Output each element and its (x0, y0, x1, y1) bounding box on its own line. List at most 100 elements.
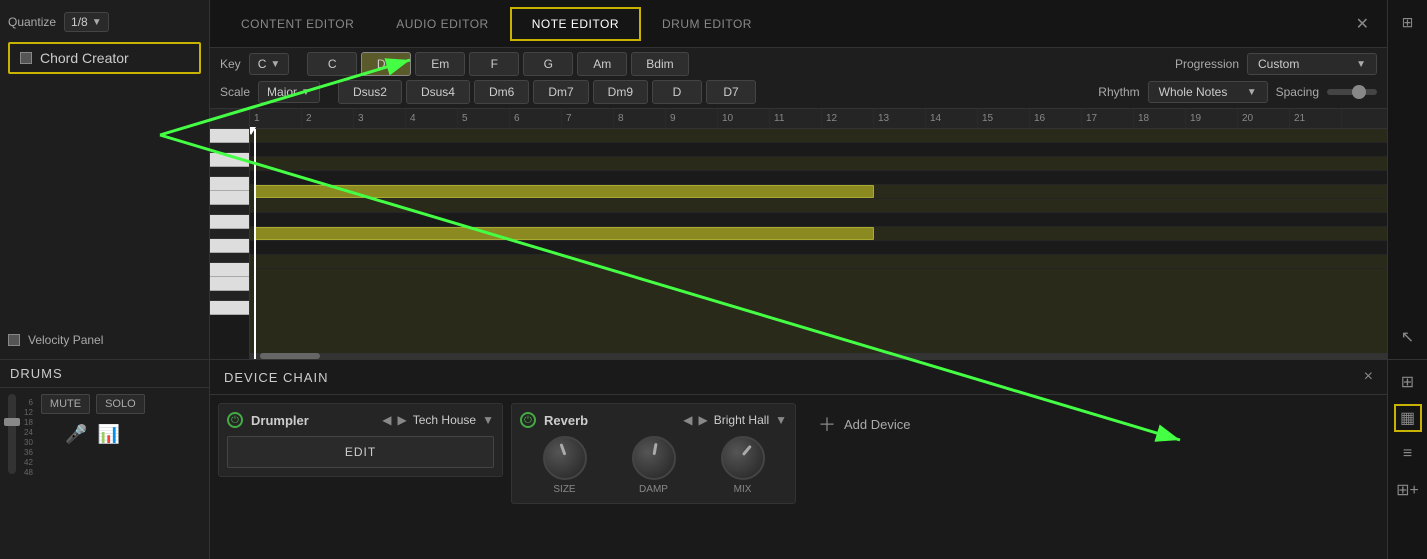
damp-label: DAMP (639, 484, 668, 495)
progression-select[interactable]: Custom ▼ (1247, 53, 1377, 75)
drumpler-edit-button[interactable]: EDIT (227, 436, 494, 468)
chord-btn-Em[interactable]: Em (415, 52, 465, 76)
drumpler-preset-dropdown-icon[interactable]: ▼ (482, 413, 494, 427)
device-chain-title: DEVICE CHAIN (224, 370, 328, 385)
mute-button[interactable]: MUTE (41, 394, 90, 414)
drumpler-preset-prev-icon[interactable]: ◀ (382, 413, 391, 427)
drumpler-preset-nav: ◀ ▶ Tech House ▼ (382, 413, 494, 427)
add-device-button[interactable]: ＋ Add Device (804, 403, 924, 445)
tab-drum-editor[interactable]: DRUM EDITOR (641, 8, 773, 40)
grid-num-21: 21 (1290, 109, 1342, 128)
spacing-slider[interactable] (1327, 89, 1377, 95)
grid-row (250, 227, 1387, 241)
left-panel: Quantize 1/8 ▼ Chord Creator Velocity Pa… (0, 0, 210, 359)
chord-creator-label: Chord Creator (40, 50, 129, 66)
solo-button[interactable]: SOLO (96, 394, 145, 414)
grid-num-9: 9 (666, 109, 718, 128)
grid-num-16: 16 (1030, 109, 1082, 128)
chord-btn-Bdim[interactable]: Bdim (631, 52, 688, 76)
reverb-preset-next-icon[interactable]: ▶ (699, 413, 708, 427)
progression-label: Progression (1175, 57, 1239, 71)
grid-num-6: 6 (510, 109, 562, 128)
size-knob[interactable] (543, 436, 587, 480)
cursor-icon[interactable]: ↖ (1394, 323, 1422, 351)
drumpler-power-button[interactable]: ⏻ (227, 412, 243, 428)
grid-num-14: 14 (926, 109, 978, 128)
reverb-preset-prev-icon[interactable]: ◀ (683, 413, 692, 427)
grid-row (250, 255, 1387, 269)
key-select[interactable]: C ▼ (249, 53, 290, 75)
piano-roll: 1 2 3 4 5 6 7 8 9 10 11 12 13 14 15 16 1 (210, 109, 1387, 359)
device-chain-close-icon[interactable]: × (1364, 368, 1373, 386)
key-value: C (258, 57, 267, 71)
mic-icon[interactable]: 🎤 (65, 424, 87, 445)
grid-row (250, 129, 1387, 143)
scale-select[interactable]: Major ▼ (258, 81, 320, 103)
mix-label: MIX (734, 484, 752, 495)
grid-num-13: 13 (874, 109, 926, 128)
tab-audio-editor[interactable]: AUDIO EDITOR (375, 8, 509, 40)
tabs-bar: CONTENT EDITOR AUDIO EDITOR NOTE EDITOR … (210, 0, 1387, 48)
grid-row (250, 143, 1387, 157)
chord-btn-Am[interactable]: Am (577, 52, 627, 76)
controls-area: Key C ▼ C Dm Em F G Am Bdim Progression … (210, 48, 1387, 109)
reverb-power-button[interactable]: ⏻ (520, 412, 536, 428)
chord-btn-D[interactable]: D (652, 80, 702, 104)
chord-btn-Dm[interactable]: Dm (361, 52, 411, 76)
chord-creator-box[interactable]: Chord Creator (8, 42, 201, 74)
size-knob-container: SIZE (543, 436, 587, 495)
quantize-value: 1/8 (71, 15, 88, 29)
eq-icon[interactable]: 📊 (98, 424, 120, 445)
main-editor: CONTENT EDITOR AUDIO EDITOR NOTE EDITOR … (210, 0, 1387, 359)
grid-view-icon[interactable]: ⊞ (1394, 368, 1422, 396)
chord-btn-Dsus2[interactable]: Dsus2 (338, 80, 402, 104)
add-track-icon[interactable]: ⊞+ (1394, 476, 1422, 504)
chord-btn-Dm6[interactable]: Dm6 (474, 80, 529, 104)
chord-btn-G[interactable]: G (523, 52, 573, 76)
add-device-label: Add Device (844, 417, 910, 432)
grid-body[interactable] (250, 129, 1387, 359)
piano-roll-icon[interactable]: ≡ (1394, 440, 1422, 468)
progression-dropdown-icon: ▼ (1356, 59, 1366, 70)
level-meter: 6 12 18 24 30 36 42 48 (24, 394, 33, 477)
reverb-preset-dropdown-icon[interactable]: ▼ (775, 413, 787, 427)
mix-knob[interactable] (721, 436, 765, 480)
quantize-row: Quantize 1/8 ▼ (8, 8, 201, 36)
quantize-label: Quantize (8, 15, 56, 29)
volume-fader[interactable] (8, 394, 16, 474)
grid-row (250, 171, 1387, 185)
chord-btn-Dsus4[interactable]: Dsus4 (406, 80, 470, 104)
grid-num-20: 20 (1238, 109, 1290, 128)
quantize-select[interactable]: 1/8 ▼ (64, 12, 109, 32)
device-chain-body: ⏻ Drumpler ◀ ▶ Tech House ▼ EDIT ⏻ (210, 395, 1387, 559)
grid-num-15: 15 (978, 109, 1030, 128)
rhythm-select[interactable]: Whole Notes ▼ (1148, 81, 1268, 103)
grid-num-2: 2 (302, 109, 354, 128)
expand-icon[interactable]: ⊞ (1394, 8, 1422, 36)
rhythm-dropdown-icon: ▼ (1247, 87, 1257, 98)
reverb-header: ⏻ Reverb ◀ ▶ Bright Hall ▼ (520, 412, 787, 428)
grid-row (250, 157, 1387, 171)
chord-btn-C[interactable]: C (307, 52, 357, 76)
damp-knob[interactable] (632, 436, 676, 480)
scale-dropdown-icon: ▼ (301, 87, 311, 98)
grid-num-19: 19 (1186, 109, 1238, 128)
chord-creator-checkbox[interactable] (20, 52, 32, 64)
spacing-label: Spacing (1276, 85, 1319, 99)
chord-btn-Dm7[interactable]: Dm7 (533, 80, 588, 104)
device-panel-icon[interactable]: ▦ (1394, 404, 1422, 432)
tab-note-editor[interactable]: NOTE EDITOR (510, 7, 641, 41)
tab-content-editor[interactable]: CONTENT EDITOR (220, 8, 375, 40)
grid-area[interactable]: 1 2 3 4 5 6 7 8 9 10 11 12 13 14 15 16 1 (250, 109, 1387, 359)
chord-btn-F[interactable]: F (469, 52, 519, 76)
rhythm-value: Whole Notes (1159, 85, 1228, 99)
rhythm-label: Rhythm (1098, 85, 1139, 99)
size-label: SIZE (553, 484, 575, 495)
velocity-checkbox[interactable] (8, 334, 20, 346)
tab-close-icon[interactable]: ✕ (1348, 10, 1377, 38)
chord-btn-Dm9[interactable]: Dm9 (593, 80, 648, 104)
playhead (254, 129, 256, 359)
drumpler-preset-next-icon[interactable]: ▶ (398, 413, 407, 427)
velocity-label: Velocity Panel (28, 333, 103, 347)
chord-btn-D7[interactable]: D7 (706, 80, 756, 104)
